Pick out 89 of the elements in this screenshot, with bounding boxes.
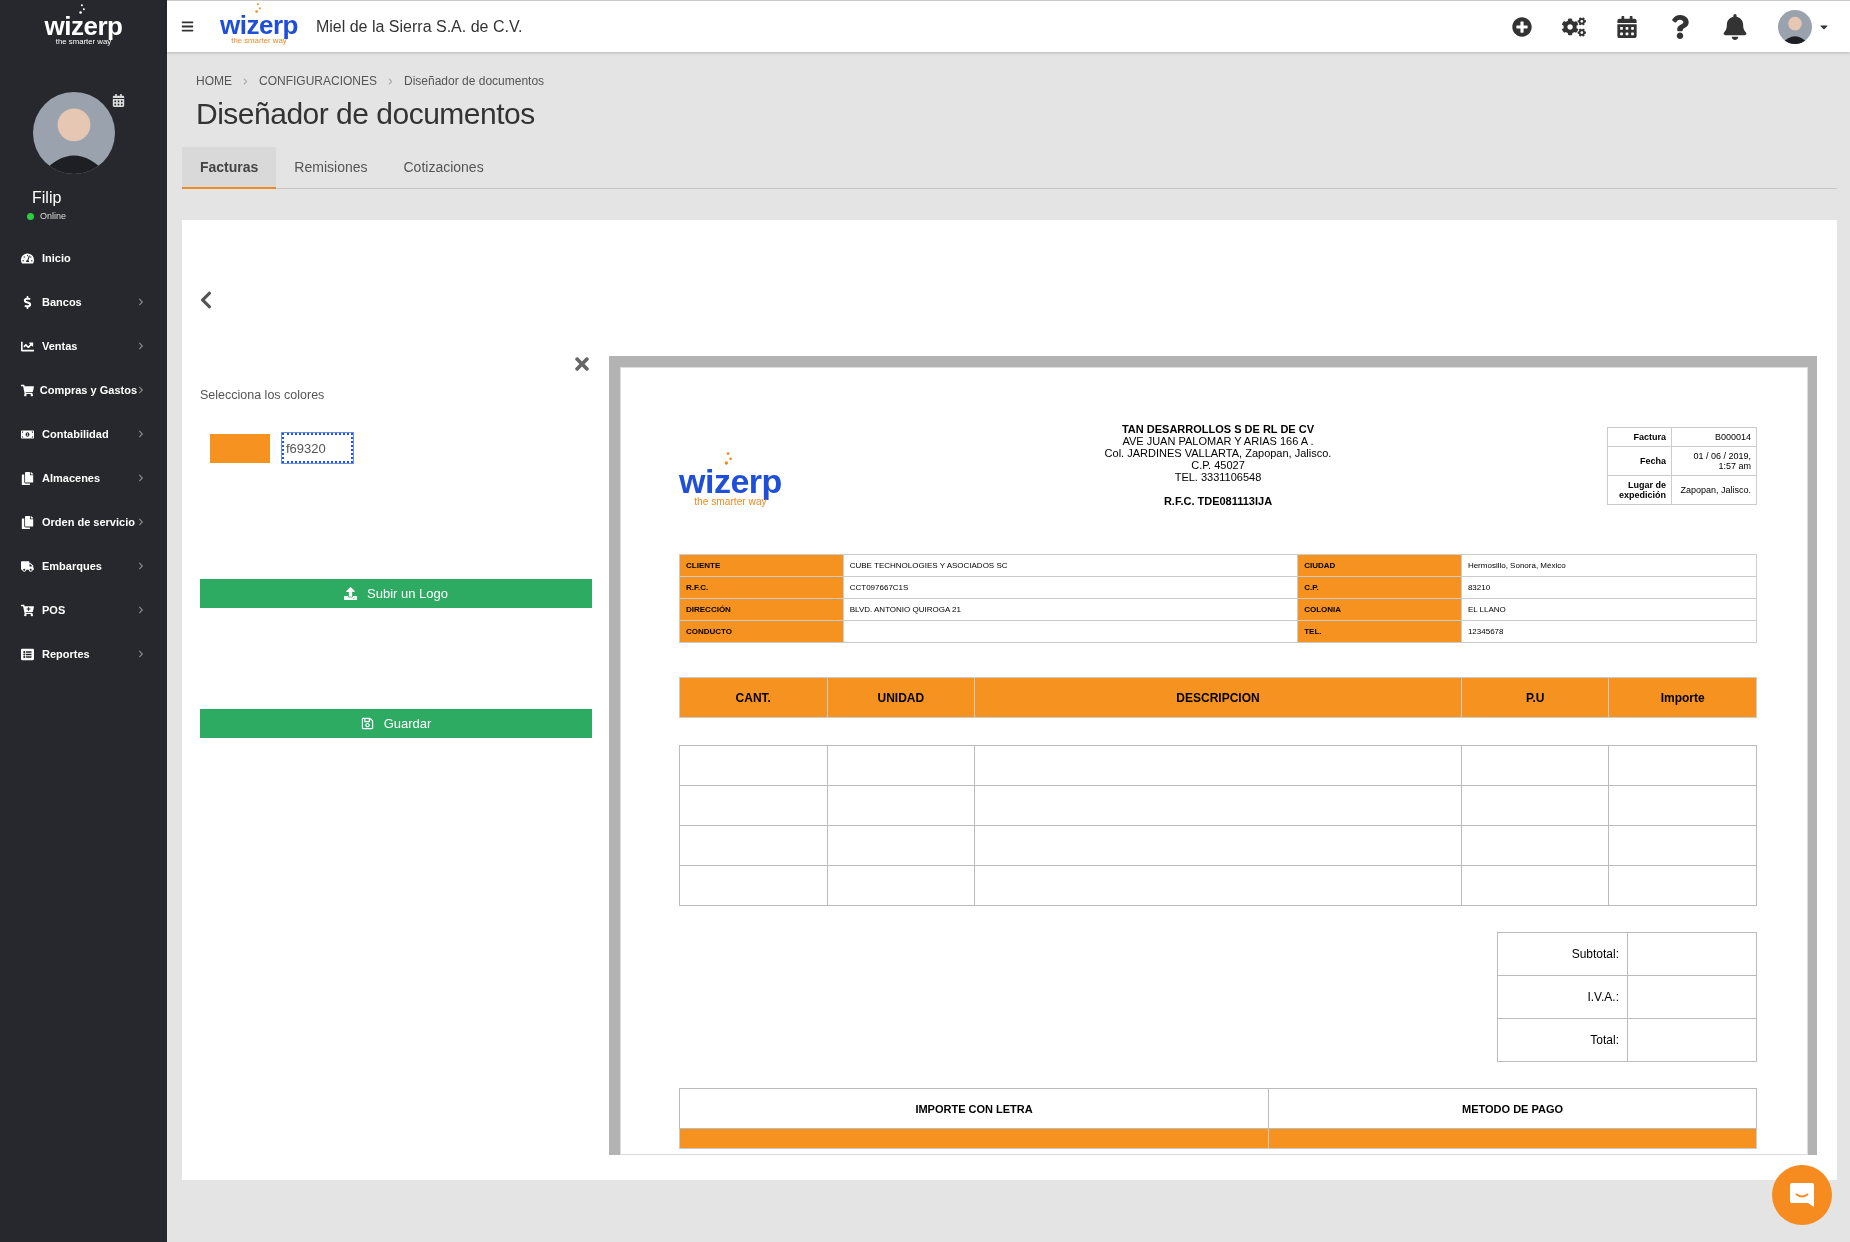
logo-wordmark: wizerp: [44, 12, 123, 39]
sparkle-icon: [78, 3, 86, 14]
company-name: Miel de la Sierra S.A. de C.V.: [315, 17, 523, 36]
bell-icon[interactable]: [1722, 13, 1748, 40]
rfc-text: R.F.C. TDE081113IJA: [1163, 495, 1273, 507]
sidebar-item[interactable]: Embarques: [0, 544, 167, 588]
logo-wordmark: wizerp: [679, 464, 782, 498]
meta-value: 01 / 06 / 2019, 1:57 am: [1671, 446, 1757, 476]
address-line: TEL. 3331106548: [1174, 471, 1262, 483]
close-icon[interactable]: [572, 354, 592, 374]
chevron-icon: [387, 77, 394, 85]
sparkle-icon: [253, 3, 262, 14]
gauge-icon: [21, 251, 34, 265]
meta-label: Fecha: [1607, 446, 1672, 476]
line-chart-icon: [21, 339, 34, 353]
total-label: Subtotal:: [1497, 932, 1628, 976]
upload-icon: [344, 587, 357, 600]
tab[interactable]: Remisiones: [276, 147, 386, 189]
avatar: [1778, 9, 1812, 44]
field-value: 12345678: [1461, 620, 1757, 643]
sidebar-item[interactable]: Orden de servicio: [0, 500, 167, 544]
column-header: P.U: [1461, 677, 1609, 718]
address-line: AVE JUAN PALOMAR Y ARIAS 166 A .: [1122, 435, 1314, 447]
field-label: DIRECCIÓN: [679, 598, 844, 621]
save-icon: [360, 717, 374, 730]
sidebar-item[interactable]: Reportes: [0, 632, 167, 676]
sidebar-item[interactable]: Compras y Gastos: [0, 368, 167, 412]
column-header: DESCRIPCION: [974, 677, 1462, 718]
chat-icon: [1788, 1181, 1816, 1209]
dollar-icon: [21, 295, 34, 309]
total-label: Total:: [1497, 1018, 1628, 1062]
field-label: CLIENTE: [679, 554, 844, 577]
address-line: Col. JARDINES VALLARTA, Zapopan, Jalisco.: [1104, 447, 1332, 459]
tab[interactable]: Facturas: [182, 147, 277, 189]
field-value: CCT097667C1S: [843, 576, 1298, 599]
colors-label: Selecciona los colores: [200, 388, 326, 402]
color-input-field[interactable]: f69320: [282, 433, 353, 463]
address-line: C.P. 45027: [1191, 459, 1245, 471]
sidebar-item[interactable]: Almacenes: [0, 456, 167, 500]
menu-icon[interactable]: [181, 20, 194, 33]
total-label: I.V.A.:: [1497, 975, 1628, 1019]
field-label: COLONIA: [1297, 598, 1462, 621]
field-label: CIUDAD: [1297, 554, 1462, 577]
chevron-icon: [242, 77, 249, 85]
sidebar-item[interactable]: Bancos: [0, 280, 167, 324]
meta-value: Zapopan, Jalisco.: [1671, 475, 1757, 505]
footer-header: METODO DE PAGO: [1268, 1088, 1757, 1129]
field-label: TEL.: [1297, 620, 1462, 643]
sidebar-item[interactable]: POS: [0, 588, 167, 632]
cart-icon: [21, 383, 34, 397]
documents-icon: [21, 515, 34, 529]
add-icon[interactable]: [1512, 16, 1532, 37]
field-label: R.F.C.: [679, 576, 844, 599]
sidebar-item[interactable]: Contabilidad: [0, 412, 167, 456]
field-value: CUBE TECHNOLOGIES Y ASOCIADOS SC: [843, 554, 1298, 577]
breadcrumb-link[interactable]: HOME: [196, 74, 232, 88]
column-header: Importe: [1608, 677, 1757, 718]
documents-icon: [21, 471, 34, 485]
breadcrumb-link[interactable]: CONFIGURACIONES: [259, 74, 377, 88]
color-swatch[interactable]: [210, 433, 270, 463]
meta-value: B000014: [1671, 427, 1757, 447]
user-name: Filip: [32, 189, 62, 207]
calendar-icon[interactable]: [112, 94, 125, 107]
field-value: 83210: [1461, 576, 1757, 599]
sidebar-item[interactable]: Ventas: [0, 324, 167, 368]
meta-label: Lugar de expedición: [1607, 475, 1672, 505]
user-menu[interactable]: [1778, 9, 1830, 44]
company-name: TAN DESARROLLOS S DE RL DE CV: [1121, 423, 1315, 435]
tab[interactable]: Cotizaciones: [385, 147, 502, 189]
page-title: Diseñador de documentos: [196, 97, 536, 131]
column-header: UNIDAD: [827, 677, 975, 718]
field-value: Hermosillo, Sonora, México: [1461, 554, 1757, 577]
meta-label: Factura: [1607, 427, 1672, 447]
sparkle-icon: [723, 452, 734, 466]
truck-icon: [21, 559, 34, 573]
field-label: CONDUCTO: [679, 620, 844, 643]
breadcrumb-link[interactable]: Diseñador de documentos: [404, 74, 545, 88]
logo-wordmark: wizerp: [220, 12, 298, 39]
settings-icon[interactable]: [1562, 14, 1586, 39]
status-text: Online: [40, 211, 66, 221]
field-value: BLVD. ANTONIO QUIROGA 21: [843, 598, 1298, 621]
footer-header: IMPORTE CON LETRA: [679, 1088, 1269, 1129]
calendar-icon[interactable]: [1616, 15, 1638, 38]
cart-plus-icon: [21, 603, 34, 617]
column-header: CANT.: [679, 677, 828, 718]
list-icon: [21, 647, 34, 661]
field-value: EL LLANO: [1461, 598, 1757, 621]
sidebar-item[interactable]: Inicio: [0, 236, 167, 280]
field-label: C.P.: [1297, 576, 1462, 599]
